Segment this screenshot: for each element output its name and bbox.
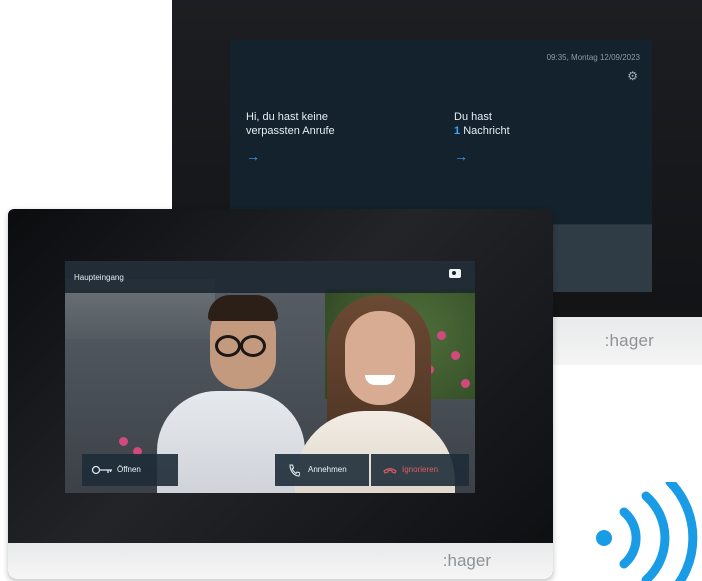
flower bbox=[437, 331, 446, 340]
flower bbox=[461, 379, 470, 388]
glasses bbox=[215, 335, 241, 357]
call-header: Haupteingang bbox=[65, 261, 475, 293]
open-door-button[interactable]: Öffnen bbox=[82, 454, 178, 486]
visitor-man-hair bbox=[208, 295, 278, 321]
device-bezel: :hager bbox=[8, 543, 553, 579]
messages-arrow-icon[interactable]: → bbox=[454, 148, 468, 164]
key-icon bbox=[91, 454, 113, 493]
date-time: 09:35, Montag 12/09/2023 bbox=[546, 53, 640, 62]
wireless-signal-icon bbox=[596, 482, 698, 581]
message-count: 1 bbox=[454, 125, 461, 137]
brand-logo: :hager bbox=[604, 331, 654, 350]
front-intercom-device: Haupteingang Öffnen Annehmen Ignorieren … bbox=[8, 209, 553, 579]
ignore-call-button[interactable]: Ignorieren bbox=[371, 454, 469, 486]
glasses bbox=[240, 335, 266, 357]
phone-icon bbox=[288, 454, 301, 493]
messages-text: Du hast 1 Nachricht bbox=[454, 111, 510, 137]
location-label: Haupteingang bbox=[74, 273, 124, 282]
camera-icon[interactable] bbox=[449, 269, 461, 278]
hang-up-icon bbox=[383, 454, 397, 493]
missed-calls-text: Hi, du hast keine verpassten Anrufe bbox=[246, 111, 335, 137]
video-call-screen: Haupteingang Öffnen Annehmen Ignorieren bbox=[65, 261, 475, 493]
gear-icon[interactable]: ⚙ bbox=[627, 69, 638, 83]
brand-logo: :hager bbox=[442, 551, 491, 570]
flower bbox=[119, 437, 128, 446]
flower bbox=[451, 351, 460, 360]
missed-calls-arrow-icon[interactable]: → bbox=[246, 148, 260, 164]
visitor-woman-face bbox=[345, 311, 415, 405]
accept-call-button[interactable]: Annehmen bbox=[275, 454, 369, 486]
